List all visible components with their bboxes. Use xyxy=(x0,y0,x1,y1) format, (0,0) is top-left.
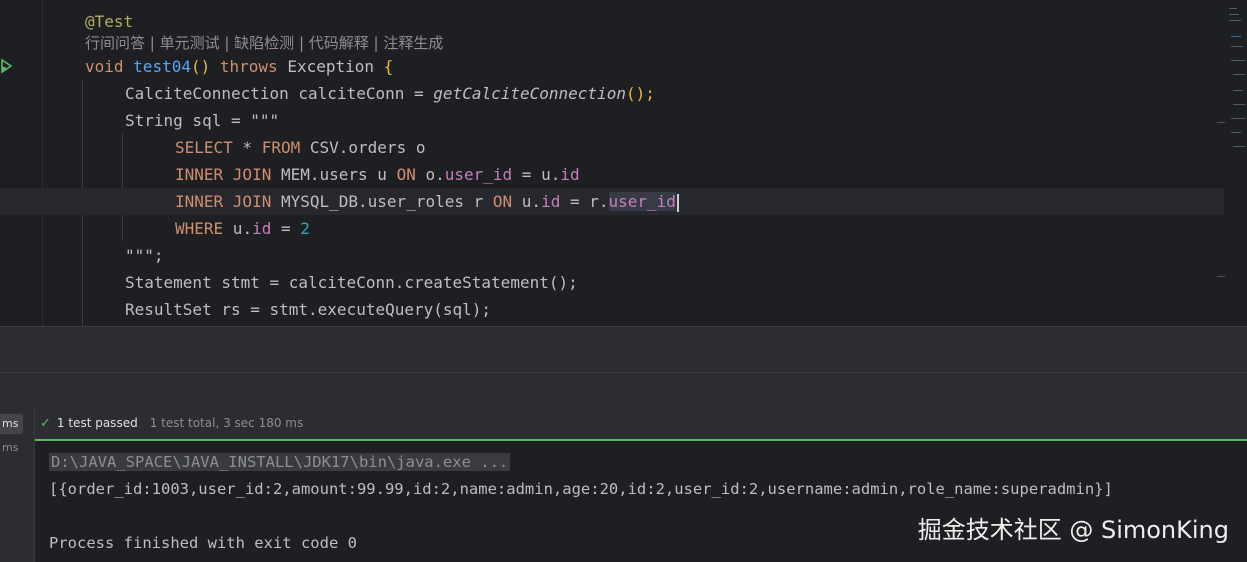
annotation-test: @Test xyxy=(85,12,134,31)
console-command-line[interactable]: D:\JAVA_SPACE\JAVA_INSTALL\JDK17\bin\jav… xyxy=(49,449,511,475)
code-line-sql-where[interactable]: WHERE u.id = 2 xyxy=(0,215,1224,242)
text-block-close: """ xyxy=(125,246,154,265)
assign-op: = xyxy=(414,84,424,103)
check-icon: ✓ xyxy=(40,415,51,431)
sql-kw-from: FROM xyxy=(261,138,301,157)
text-block-open: """ xyxy=(250,111,280,130)
kw-throws: throws xyxy=(219,57,278,76)
tests-summary: 1 test total, 3 sec 180 ms xyxy=(149,416,304,430)
sql-from-table: CSV.orders o xyxy=(300,138,426,157)
sql-kw-inner-join: INNER JOIN xyxy=(175,165,272,184)
sql-kw-on: ON xyxy=(492,192,513,211)
code-line-annotation[interactable]: @Test xyxy=(0,8,1224,35)
sql-declaration: String sql = xyxy=(125,111,251,130)
text-caret xyxy=(676,193,679,212)
type-calcite-connection: CalciteConnection xyxy=(125,84,289,103)
console-result-output: [{order_id:1003,user_id:2,amount:99.99,i… xyxy=(49,480,1113,498)
kw-void: void xyxy=(85,57,124,76)
code-editor[interactable]: @Test 行间问答 | 单元测试 | 缺陷检测 | 代码解释 | 注释生成 v… xyxy=(0,0,1247,326)
semicolon: ; xyxy=(153,246,164,265)
sql-eq: = u. xyxy=(512,165,561,184)
sql-number: 2 xyxy=(300,219,310,238)
sql-eq: = r. xyxy=(560,192,609,211)
console-exit-message: Process finished with exit code 0 xyxy=(49,534,357,552)
test-duration-badge[interactable]: ms xyxy=(0,438,23,458)
test-duration-badge[interactable]: ms xyxy=(0,414,23,434)
statement-code: Statement stmt = calciteConn.createState… xyxy=(125,273,578,292)
sql-field: user_id xyxy=(444,165,513,184)
sql-join-table: MYSQL_DB.user_roles r xyxy=(271,192,493,211)
code-line-sql-var[interactable]: String sql = """ xyxy=(0,107,1224,134)
sql-kw-inner-join: INNER JOIN xyxy=(175,192,272,211)
open-brace: { xyxy=(383,57,394,76)
sql-kw-select: SELECT xyxy=(175,138,233,157)
call-get-connection: getCalciteConnection xyxy=(433,84,626,103)
tests-passed-label: 1 test passed xyxy=(56,416,138,430)
ai-inlay-hint[interactable]: 行间问答 | 单元测试 | 缺陷检测 | 代码解释 | 注释生成 xyxy=(85,33,443,53)
sql-field-selected: user_id xyxy=(608,192,676,211)
test-status-bar: ✓ 1 test passed 1 test total, 3 sec 180 … xyxy=(35,407,1247,439)
sql-field: id xyxy=(252,219,272,238)
code-line-resultset[interactable]: ResultSet rs = stmt.executeQuery(sql); xyxy=(0,296,1224,323)
code-line-statement[interactable]: Statement stmt = calciteConn.createState… xyxy=(0,269,1224,296)
resultset-code: ResultSet rs = stmt.executeQuery(sql); xyxy=(125,300,492,319)
sql-field: id xyxy=(560,165,580,184)
var-calcite-conn: calciteConn xyxy=(298,84,405,103)
code-line-sql-join-roles[interactable]: INNER JOIN MYSQL_DB.user_roles r ON u.id… xyxy=(0,188,1224,215)
code-line-sql-join-users[interactable]: INNER JOIN MEM.users u ON o.user_id = u.… xyxy=(0,161,1224,188)
code-line-text-block-end[interactable]: """; xyxy=(0,242,1224,269)
minimap[interactable] xyxy=(1225,0,1247,326)
code-line-method-declaration[interactable]: void test04() throws Exception { xyxy=(0,53,1224,80)
test-tree[interactable]: ms ms xyxy=(0,407,35,562)
java-command[interactable]: D:\JAVA_SPACE\JAVA_INSTALL\JDK17\bin\jav… xyxy=(49,453,511,471)
sql-alias: u. xyxy=(512,192,542,211)
call-rest: (); xyxy=(625,84,655,103)
run-toolbar xyxy=(0,372,1247,408)
sql-alias: o. xyxy=(415,165,445,184)
code-line-sql-select[interactable]: SELECT * FROM CSV.orders o xyxy=(0,134,1224,161)
sql-field: id xyxy=(541,192,561,211)
panel-spacer xyxy=(0,327,1247,372)
method-parens: () xyxy=(190,57,211,76)
sql-kw-where: WHERE xyxy=(175,219,224,238)
exception-type: Exception xyxy=(287,57,375,76)
sql-kw-on: ON xyxy=(396,165,416,184)
sql-eq: = xyxy=(271,219,301,238)
watermark: 掘金技术社区 @ SimonKing xyxy=(917,516,1229,544)
sql-alias: u. xyxy=(223,219,253,238)
method-name: test04 xyxy=(133,57,191,76)
sql-join-table: MEM.users u xyxy=(271,165,397,184)
sql-star: * xyxy=(232,138,262,157)
code-line-connection[interactable]: CalciteConnection calciteConn = getCalci… xyxy=(0,80,1224,107)
